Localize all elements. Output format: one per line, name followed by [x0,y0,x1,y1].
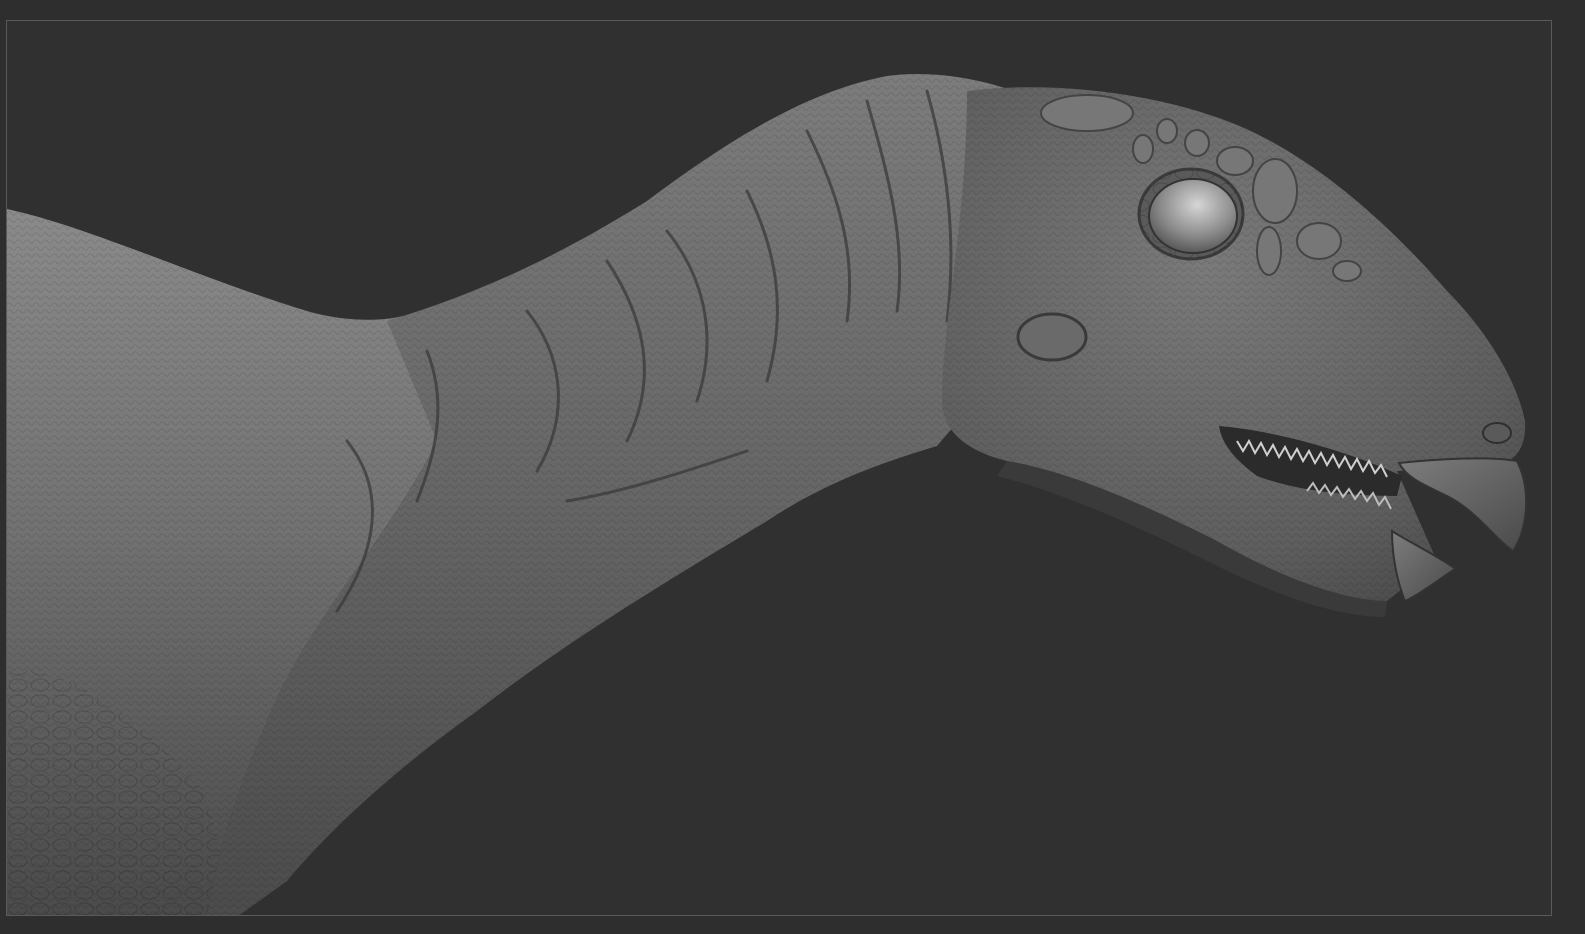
viewport-frame[interactable] [6,20,1552,916]
eye [1137,167,1245,261]
sculpt-render [7,74,1528,915]
ear-scale [1016,312,1088,362]
nostril [1482,422,1512,444]
sculpt-canvas[interactable] [7,21,1551,915]
